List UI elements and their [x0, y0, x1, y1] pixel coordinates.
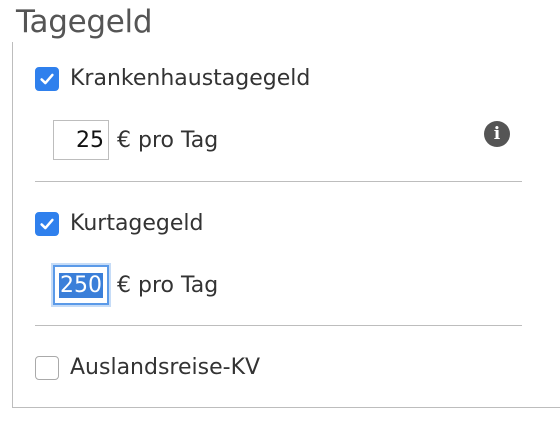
krankenhaustagegeld-unit: € pro Tag [117, 127, 219, 153]
krankenhaustagegeld-checkbox[interactable] [35, 66, 59, 91]
option-kurtagegeld[interactable]: Kurtagegeld [35, 211, 204, 236]
divider [35, 325, 522, 326]
kurtagegeld-label: Kurtagegeld [70, 211, 204, 236]
auslandsreise-kv-checkbox[interactable] [35, 355, 59, 380]
checkmark-icon [40, 218, 54, 229]
section-title: Tagegeld [16, 4, 153, 40]
krankenhaustagegeld-amount-row: 25 € pro Tag [53, 120, 218, 160]
checkmark-icon [40, 73, 54, 84]
option-auslandsreise-kv[interactable]: Auslandsreise-KV [35, 355, 260, 380]
auslandsreise-kv-label: Auslandsreise-KV [70, 355, 261, 380]
kurtagegeld-unit: € pro Tag [117, 272, 219, 298]
option-krankenhaustagegeld[interactable]: Krankenhaustagegeld [35, 66, 310, 91]
kurtagegeld-amount-row: 250 € pro Tag [53, 265, 218, 305]
krankenhaustagegeld-amount-value: 25 [76, 127, 104, 153]
info-icon[interactable]: i [484, 121, 510, 147]
kurtagegeld-amount-value: 250 [59, 272, 103, 298]
divider [35, 181, 522, 182]
krankenhaustagegeld-amount-input[interactable]: 25 [53, 120, 109, 160]
kurtagegeld-amount-input[interactable]: 250 [53, 265, 109, 305]
kurtagegeld-checkbox[interactable] [35, 211, 59, 236]
krankenhaustagegeld-label: Krankenhaustagegeld [70, 66, 311, 91]
